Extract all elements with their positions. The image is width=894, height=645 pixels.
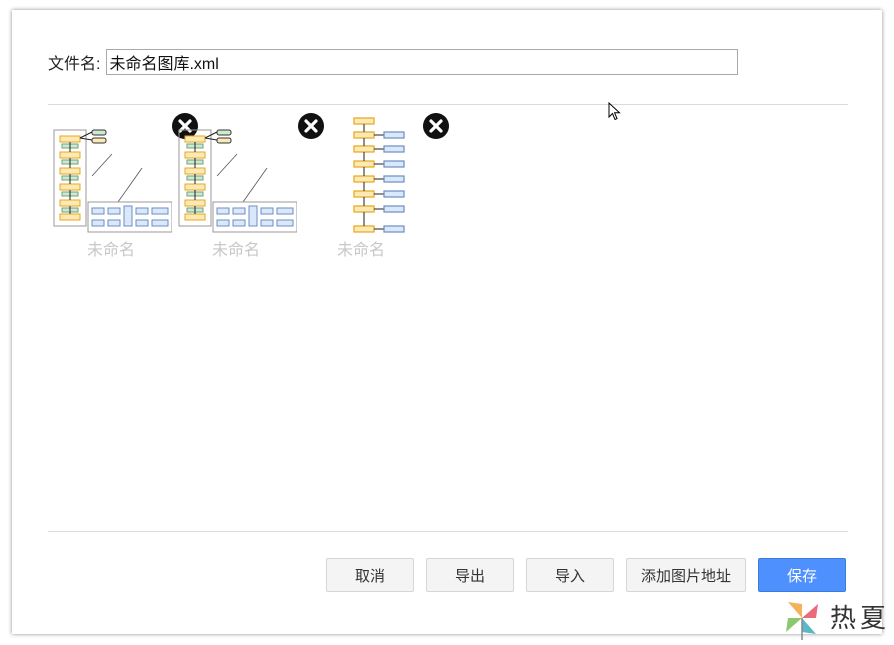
dialog-buttons: 取消 导出 导入 添加图片地址 保存 bbox=[12, 558, 882, 594]
library-item[interactable]: 未命名 bbox=[48, 110, 198, 260]
library-gallery: 未命名 未命名 未命名 bbox=[48, 110, 848, 520]
item-label: 未命名 bbox=[86, 242, 135, 259]
diagram-thumbnail bbox=[353, 117, 405, 233]
close-circle-icon[interactable] bbox=[423, 113, 449, 139]
export-button[interactable]: 导出 bbox=[426, 558, 514, 592]
item-label: 未命名 bbox=[336, 242, 385, 259]
add-image-url-button[interactable]: 添加图片地址 bbox=[626, 558, 746, 592]
library-item[interactable]: 未命名 bbox=[173, 110, 324, 260]
top-divider bbox=[48, 104, 848, 105]
library-dialog: 文件名: 未命名图库.xml 未命名 未命名 未命名 取消 导出 导入 添加图片… bbox=[12, 10, 882, 634]
watermark: 热夏 bbox=[780, 596, 890, 640]
pinwheel-icon bbox=[786, 602, 818, 640]
item-label: 未命名 bbox=[211, 242, 260, 259]
filename-input[interactable] bbox=[106, 49, 739, 75]
cancel-button[interactable]: 取消 bbox=[326, 558, 414, 592]
diagram-thumbnail bbox=[178, 129, 297, 233]
filename-label: 文件名: bbox=[48, 56, 101, 73]
mouse-cursor-icon bbox=[608, 102, 621, 121]
filename-row: 文件名: bbox=[48, 48, 739, 76]
import-button[interactable]: 导入 bbox=[526, 558, 614, 592]
watermark-text: 热夏 bbox=[830, 604, 891, 634]
library-item[interactable]: 未命名 bbox=[298, 110, 449, 260]
bottom-divider bbox=[48, 531, 848, 532]
diagram-thumbnail bbox=[53, 129, 172, 233]
save-button[interactable]: 保存 bbox=[758, 558, 846, 592]
